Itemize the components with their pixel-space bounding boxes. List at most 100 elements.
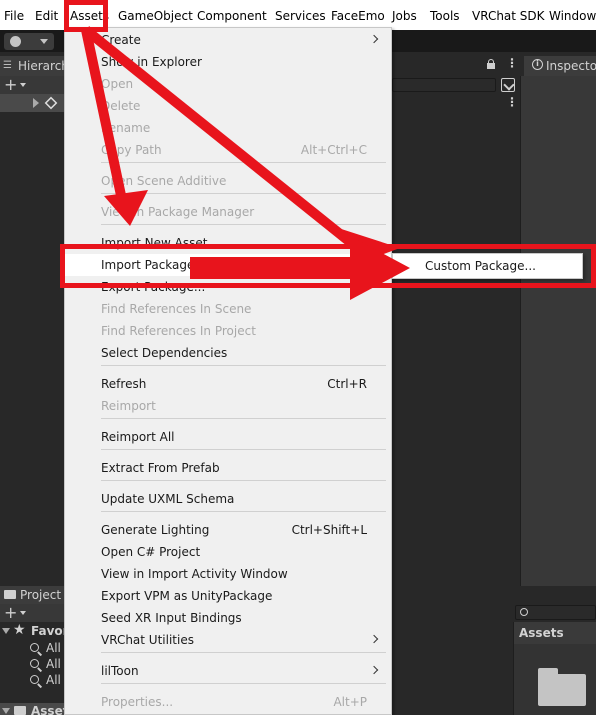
menubar: File Edit Assets GameObject Component Se… (0, 0, 596, 30)
menu-item-label: Rename (101, 121, 151, 135)
favorites-row[interactable]: ★ Favorites (0, 622, 94, 639)
menu-item-open-c-project[interactable]: Open C# Project (65, 541, 391, 563)
more-icon[interactable]: ⋮ (506, 95, 518, 109)
tab-hierarchy[interactable]: ☰ Hierarchy (0, 56, 76, 76)
menu-separator (101, 162, 386, 163)
menu-item-label: Copy Path (101, 143, 162, 157)
menu-item-select-dependencies[interactable]: Select Dependencies (65, 342, 391, 364)
star-icon: ★ (13, 622, 26, 638)
menu-item-shortcut: Ctrl+Shift+L (291, 523, 367, 537)
menu-item-liltoon[interactable]: lilToon (65, 660, 391, 682)
assets-pane: Assets (513, 622, 596, 715)
menu-item-find-references-in-scene: Find References In Scene (65, 298, 391, 320)
import-package-submenu: Custom Package... (392, 253, 583, 279)
menu-item-label: Select Dependencies (101, 346, 228, 360)
search-icon (30, 643, 39, 652)
menu-item-rename: Rename (65, 117, 391, 139)
menu-item-view-in-package-manager: View in Package Manager (65, 201, 391, 223)
menu-services[interactable]: Services (275, 9, 326, 23)
search-icon (520, 608, 528, 616)
dropdown-icon[interactable] (20, 83, 26, 87)
menu-item-view-in-import-activity-window[interactable]: View in Import Activity Window (65, 563, 391, 585)
tab-inspector[interactable]: i Inspector (524, 56, 596, 76)
account-button[interactable] (4, 33, 54, 50)
menu-assets[interactable]: Assets (70, 9, 109, 23)
more-icon[interactable]: ⋮ (506, 56, 518, 70)
menu-item-delete: Delete (65, 95, 391, 117)
lock-icon[interactable] (487, 59, 495, 69)
menu-item-generate-lighting[interactable]: Generate Lighting Ctrl+Shift+L (65, 519, 391, 541)
search-icon (30, 659, 39, 668)
menu-item-refresh[interactable]: Refresh Ctrl+R (65, 373, 391, 395)
tab-inspector-label: Inspector (546, 59, 596, 73)
menu-item-import-new-asset[interactable]: Import New Asset... (65, 232, 391, 254)
expand-icon[interactable] (2, 628, 10, 634)
menu-item-extract-from-prefab[interactable]: Extract From Prefab (65, 457, 391, 479)
favorites-item-label: All (46, 673, 61, 687)
menu-item-vrchat-utilities[interactable]: VRChat Utilities (65, 629, 391, 651)
menu-jobs[interactable]: Jobs (392, 9, 417, 23)
expand-icon[interactable] (33, 98, 39, 108)
menu-item-open: Open (65, 73, 391, 95)
add-icon[interactable]: + (4, 75, 17, 94)
favorites-item[interactable]: All (0, 656, 66, 672)
menu-item-create[interactable]: Create (65, 29, 391, 51)
picker-icon[interactable] (501, 78, 515, 92)
menu-item-find-references-in-project: Find References In Project (65, 320, 391, 342)
inspector-panel (520, 76, 596, 586)
menu-item-label: Properties... (101, 695, 174, 709)
dropdown-icon (40, 39, 48, 44)
dropdown-icon[interactable] (20, 611, 26, 615)
menu-item-export-vpm-as-unitypackage[interactable]: Export VPM as UnityPackage (65, 585, 391, 607)
menu-item-export-package[interactable]: Export Package... (65, 276, 391, 298)
menu-item-reimport-all[interactable]: Reimport All (65, 426, 391, 448)
info-icon: i (532, 59, 543, 70)
scene-header (392, 56, 518, 76)
menu-faceemo[interactable]: FaceEmo (331, 9, 385, 23)
menu-component[interactable]: Component (197, 9, 267, 23)
menu-item-label: Update UXML Schema (101, 492, 235, 506)
menu-item-label: Reimport (101, 399, 156, 413)
favorites-item-label: All (46, 641, 61, 655)
menu-item-label: Export VPM as UnityPackage (101, 589, 273, 603)
menu-item-label: Refresh (101, 377, 147, 391)
menu-item-label: Import New Asset... (101, 236, 219, 250)
scene-search-field[interactable] (392, 78, 496, 92)
menu-separator (101, 511, 386, 512)
unity-scene-icon (44, 96, 58, 110)
menu-item-import-package[interactable]: Import Package (65, 254, 391, 276)
expand-icon[interactable] (2, 708, 10, 714)
menu-window[interactable]: Window (549, 9, 596, 23)
chevron-right-icon (369, 634, 379, 644)
menu-item-label: Open (101, 77, 134, 91)
menu-separator (101, 480, 386, 481)
menu-item-label: View in Package Manager (101, 205, 255, 219)
menu-item-show-in-explorer[interactable]: Show in Explorer (65, 51, 391, 73)
hierarchy-scene-row[interactable] (0, 94, 66, 112)
folder-icon[interactable] (538, 668, 586, 706)
add-icon[interactable]: + (4, 603, 17, 622)
menu-item-label: lilToon (101, 664, 139, 678)
menu-edit[interactable]: Edit (35, 9, 58, 23)
menu-file[interactable]: File (4, 9, 24, 23)
menu-item-label: Reimport All (101, 430, 175, 444)
custom-package-item[interactable]: Custom Package... (425, 259, 536, 273)
menu-item-label: Open C# Project (101, 545, 201, 559)
assets-folder-row[interactable]: Assets (0, 703, 76, 715)
tab-project[interactable]: Project (0, 586, 66, 604)
menu-item-open-scene-additive: Open Scene Additive (65, 170, 391, 192)
menu-item-update-uxml-schema[interactable]: Update UXML Schema (65, 488, 391, 510)
menu-item-reimport: Reimport (65, 395, 391, 417)
favorites-item[interactable]: All (0, 672, 66, 688)
menu-gameobject[interactable]: GameObject (118, 9, 193, 23)
favorites-item[interactable]: All (0, 640, 66, 656)
search-icon (30, 675, 39, 684)
favorites-item-label: All (46, 657, 61, 671)
menu-separator (101, 683, 386, 684)
menu-item-label: Show in Explorer (101, 55, 202, 69)
menu-item-seed-xr-input-bindings[interactable]: Seed XR Input Bindings (65, 607, 391, 629)
menu-item-label: Export Package... (101, 280, 206, 294)
project-search-field[interactable] (515, 605, 596, 620)
menu-tools[interactable]: Tools (430, 9, 460, 23)
menu-vrchat-sdk[interactable]: VRChat SDK (472, 9, 545, 23)
